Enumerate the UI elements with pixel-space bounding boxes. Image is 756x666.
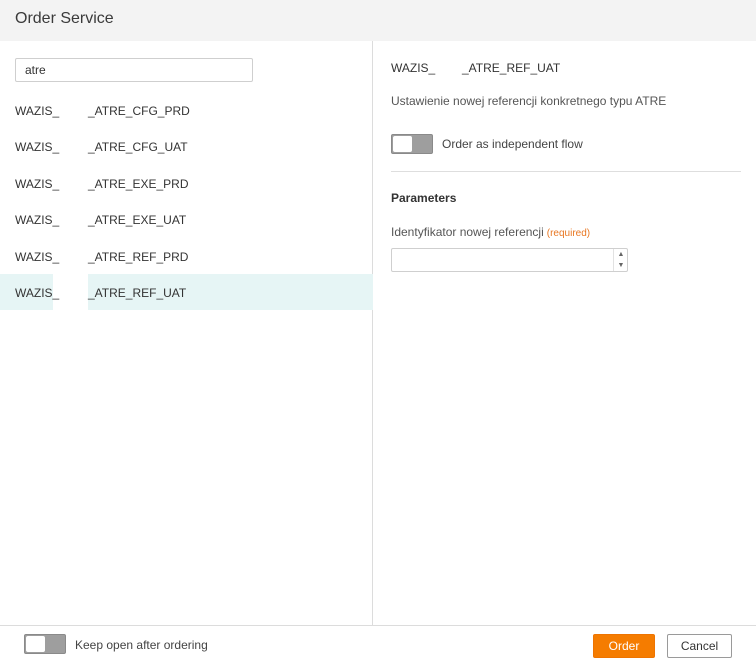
number-spinner: ▲ ▼ (613, 249, 627, 271)
spinner-up-icon[interactable]: ▲ (616, 249, 626, 260)
toggle-knob (393, 136, 412, 152)
service-description: Ustawienie nowej referencji konkretnego … (391, 94, 667, 108)
service-name-suffix: _ATRE_CFG_PRD (88, 104, 190, 118)
service-list-item-selected[interactable]: WAZIS_ _ATRE_REF_UAT (0, 273, 373, 311)
reference-id-label-text: Identyfikator nowej referencji (391, 225, 544, 239)
independent-flow-label: Order as independent flow (442, 137, 583, 151)
section-divider (391, 171, 741, 172)
service-name-suffix: _ATRE_REF_UAT (88, 285, 187, 300)
service-name-prefix: WAZIS_ (15, 285, 60, 300)
service-list-item[interactable]: WAZIS_ _ATRE_CFG_UAT (0, 128, 373, 164)
service-list: WAZIS_ _ATRE_CFG_PRD WAZIS_ _ATRE_CFG_UA… (0, 92, 373, 311)
selected-service-name-suffix: _ATRE_REF_UAT (462, 61, 561, 75)
service-list-item[interactable]: WAZIS_ _ATRE_EXE_PRD (0, 165, 373, 201)
service-name-suffix: _ATRE_EXE_UAT (88, 213, 187, 228)
service-list-item[interactable]: WAZIS_ _ATRE_CFG_PRD (0, 92, 373, 128)
selected-service-name: WAZIS_ _ATRE_REF_UAT (391, 61, 751, 77)
keep-open-label: Keep open after ordering (75, 638, 208, 652)
keep-open-toggle[interactable] (24, 634, 66, 654)
service-name-prefix: WAZIS_ (15, 176, 60, 191)
order-service-dialog: Order Service WAZIS_ _ATRE_CFG_PRD WAZIS… (0, 0, 756, 666)
reference-id-field: ▲ ▼ (391, 248, 628, 272)
reference-id-input[interactable] (392, 249, 614, 271)
selected-service-name-prefix: WAZIS_ (391, 61, 436, 75)
spinner-down-icon[interactable]: ▼ (616, 260, 626, 271)
service-list-pane: WAZIS_ _ATRE_CFG_PRD WAZIS_ _ATRE_CFG_UA… (0, 41, 373, 625)
service-name-prefix: WAZIS_ (15, 249, 60, 264)
dialog-title: Order Service (15, 10, 114, 27)
service-detail-pane: WAZIS_ _ATRE_REF_UAT Ustawienie nowej re… (374, 41, 756, 625)
order-button[interactable]: Order (593, 634, 655, 658)
parameters-heading: Parameters (391, 191, 457, 205)
cancel-button[interactable]: Cancel (667, 634, 732, 658)
service-name-prefix: WAZIS_ (15, 104, 60, 118)
reference-id-label: Identyfikator nowej referencji (required) (391, 225, 590, 239)
toggle-knob (26, 636, 45, 652)
required-marker: (required) (546, 228, 591, 239)
service-name-suffix: _ATRE_EXE_PRD (88, 176, 189, 191)
service-name-suffix: _ATRE_CFG_UAT (88, 140, 188, 155)
service-list-item[interactable]: WAZIS_ _ATRE_EXE_UAT (0, 201, 373, 237)
service-name-suffix: _ATRE_REF_PRD (88, 249, 189, 264)
search-input[interactable] (15, 58, 253, 82)
service-list-item[interactable]: WAZIS_ _ATRE_REF_PRD (0, 238, 373, 274)
dialog-header: Order Service (0, 0, 756, 41)
independent-flow-toggle[interactable] (391, 134, 433, 154)
dialog-footer: Keep open after ordering Order Cancel (0, 625, 756, 666)
service-name-prefix: WAZIS_ (15, 213, 60, 228)
service-name-prefix: WAZIS_ (15, 140, 60, 155)
